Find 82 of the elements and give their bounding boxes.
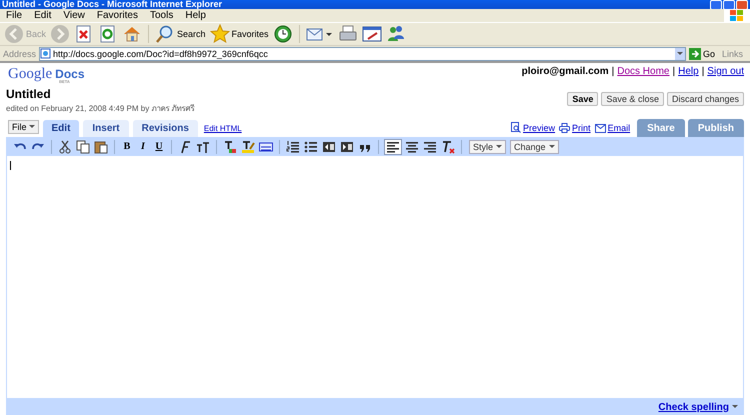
account-email: ploiro@gmail.com xyxy=(522,66,609,79)
indent-icon xyxy=(340,140,354,154)
menu-item[interactable]: Favorites xyxy=(90,10,144,21)
caret-icon xyxy=(732,405,738,409)
header-link[interactable]: Help xyxy=(678,66,699,83)
menu-item[interactable]: Help xyxy=(179,10,212,21)
address-dropdown-button[interactable] xyxy=(674,48,685,60)
check-spelling-link[interactable]: Check spelling xyxy=(658,402,738,412)
dropdown-button[interactable]: Change xyxy=(510,140,559,154)
envelope-icon xyxy=(594,124,606,132)
maximize-button[interactable] xyxy=(723,0,735,9)
align-center-icon xyxy=(405,140,419,154)
people-icon[interactable] xyxy=(386,24,406,44)
align-right-icon xyxy=(423,140,437,154)
bullet-list-icon xyxy=(304,140,318,154)
copy-button[interactable] xyxy=(75,138,91,154)
document-title: Untitled xyxy=(6,87,52,101)
caret-icon xyxy=(548,144,555,148)
star-icon[interactable] xyxy=(210,24,230,44)
tab[interactable]: Revisions xyxy=(132,120,198,137)
close-button[interactable] xyxy=(736,0,748,9)
numbered-button[interactable] xyxy=(285,138,301,154)
print-link[interactable]: Print xyxy=(559,123,591,133)
paste-button[interactable] xyxy=(93,138,109,154)
minimize-button[interactable] xyxy=(710,0,722,9)
edit-html-link[interactable]: Edit HTML xyxy=(204,124,242,133)
tab[interactable]: Edit xyxy=(42,120,80,137)
tab[interactable]: Insert xyxy=(83,120,129,137)
highlighter-icon xyxy=(241,140,255,154)
menu-item[interactable]: Tools xyxy=(144,10,180,21)
action-button[interactable]: Save xyxy=(567,92,598,106)
menu-item[interactable]: View xyxy=(57,10,91,21)
left-button[interactable] xyxy=(384,138,402,154)
address-label: Address xyxy=(3,48,36,58)
file-menu-button[interactable]: File xyxy=(8,120,39,134)
caret-icon xyxy=(28,125,35,129)
color-button[interactable] xyxy=(222,138,238,154)
magnifier-page-icon xyxy=(511,122,522,133)
toolbar-label: Back xyxy=(26,29,46,39)
text-color-icon xyxy=(223,140,237,154)
underline-button[interactable]: U xyxy=(152,138,166,154)
scissors-icon xyxy=(58,140,72,154)
toolbar-label: Favorites xyxy=(232,29,269,39)
email-link[interactable]: Email xyxy=(594,123,630,133)
bold-button[interactable]: B xyxy=(120,138,134,154)
text-cursor xyxy=(10,161,11,170)
highlight-button[interactable] xyxy=(240,138,256,154)
preview-link[interactable]: Preview xyxy=(511,122,556,133)
menu-item[interactable]: Edit xyxy=(28,10,58,21)
dropdown-button[interactable]: Style xyxy=(469,140,506,154)
align-left-icon xyxy=(386,140,400,154)
edited-info: edited on February 21, 2008 4:49 PM by ภาคร ภัทรศรี xyxy=(6,103,195,115)
caret-icon xyxy=(496,144,502,148)
menu-item[interactable]: File xyxy=(0,10,28,21)
printer-icon xyxy=(559,123,570,133)
italic-button[interactable]: I xyxy=(136,138,150,154)
separator: | xyxy=(702,66,704,79)
header-link[interactable]: Docs Home xyxy=(617,66,670,83)
separator: | xyxy=(612,66,614,79)
go-button[interactable]: Go xyxy=(688,48,715,60)
address-field[interactable]: http://docs.google.com/Doc?id=df8h9972_369cnf6qcc xyxy=(39,46,686,60)
separator: | xyxy=(672,66,676,79)
header-link[interactable]: Sign out xyxy=(707,66,744,83)
numbered-list-icon xyxy=(286,140,300,154)
bullets-button[interactable] xyxy=(303,138,319,154)
action-button[interactable]: Discard changes xyxy=(666,92,744,106)
font-size-icon xyxy=(196,140,210,154)
page-icon xyxy=(40,48,52,59)
edit-window-icon[interactable] xyxy=(362,24,382,44)
window-title: Untitled - Google Docs - Microsoft Internet Explorer xyxy=(2,0,222,9)
link-icon xyxy=(259,140,273,154)
caret-icon xyxy=(676,52,683,56)
action-button[interactable]: Save & close xyxy=(601,92,664,106)
house-icon[interactable] xyxy=(122,24,142,44)
history-clock-icon[interactable] xyxy=(272,24,293,44)
clear-formatting-icon xyxy=(441,140,455,154)
clear-button[interactable] xyxy=(440,138,456,154)
copy-icon xyxy=(76,140,90,154)
clipboard-icon xyxy=(94,140,108,154)
toolbar-label: Search xyxy=(177,29,206,39)
cut-button[interactable] xyxy=(57,138,73,154)
outdent-icon xyxy=(322,140,336,154)
